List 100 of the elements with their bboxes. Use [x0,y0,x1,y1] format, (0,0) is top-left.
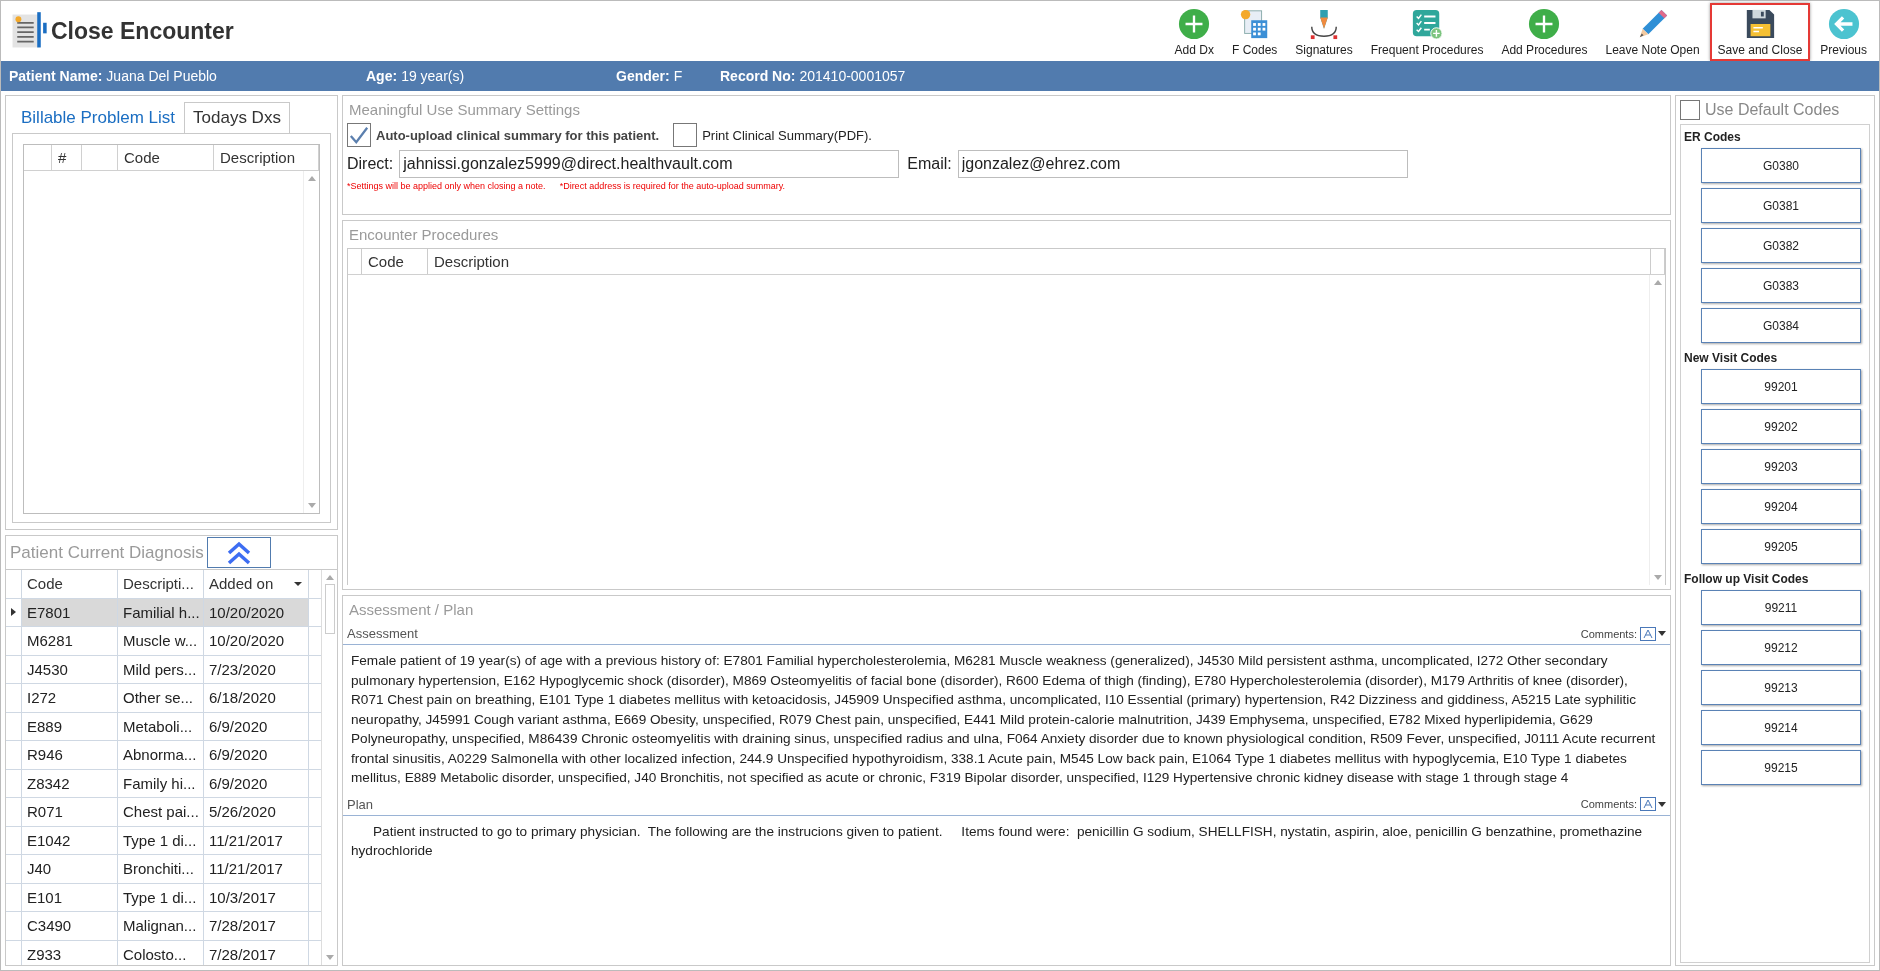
code-button[interactable]: 99212 [1701,630,1861,665]
table-cell: E1042 [22,826,118,854]
column-header[interactable]: Code [362,249,428,274]
column-header[interactable]: Description [214,145,319,170]
table-cell: 6/9/2020 [204,769,309,797]
code-button[interactable]: 99202 [1701,409,1861,444]
table-cell: Abnorma... [118,741,204,769]
warning-note: *Direct address is required for the auto-upload summary. [559,181,786,191]
row-pointer-icon [11,608,16,617]
table-cell: Bronchiti... [118,855,204,883]
field-label: Patient Name: [9,68,103,84]
toolbar-button[interactable]: Previous [1812,3,1875,61]
table-cell: E889 [22,712,118,740]
table-cell: Z8342 [22,769,118,797]
column-header[interactable]: Added on [204,570,309,598]
table-cell: Z933 [22,940,118,965]
comments-button[interactable] [1640,797,1666,811]
toolbar-button[interactable]: Frequent Procedures [1362,3,1492,61]
table-cell: 6/9/2020 [204,741,309,769]
toolbar-button[interactable]: Signatures [1287,3,1361,61]
scrollbar[interactable] [303,171,319,513]
code-button[interactable]: 99215 [1701,750,1861,785]
code-button[interactable]: 99214 [1701,710,1861,745]
code-button[interactable]: 99211 [1701,590,1861,625]
table-cell: E101 [22,883,118,911]
table-cell: Other se... [118,684,204,712]
code-button[interactable]: G0384 [1701,308,1861,343]
caret-icon [1658,801,1666,807]
option-label: Use Default Codes [1705,101,1840,119]
field-label: Record No: [720,68,796,84]
code-button[interactable]: 99203 [1701,449,1861,484]
comments-button[interactable] [1640,626,1666,641]
group-title: Follow up Visit Codes [1684,571,1810,588]
table-cell: 6/18/2020 [204,684,309,712]
toolbar-button[interactable]: Add Procedures [1493,3,1596,61]
field-value: 201410-0001057 [799,68,906,84]
column-header[interactable]: Descripti... [118,570,204,598]
text-style-icon [1640,626,1656,641]
column-header[interactable]: # [52,145,82,170]
toolbar-button[interactable]: F Codes [1223,3,1286,61]
checkbox[interactable] [347,123,371,147]
code-button[interactable]: G0382 [1701,228,1861,263]
table-cell: 7/28/2017 [204,940,309,965]
table-cell: Family hi... [118,769,204,797]
table-cell: M6281 [22,627,118,655]
table-cell: Mild pers... [118,655,204,683]
group-title: ER Codes [1684,129,1742,146]
code-button[interactable]: G0383 [1701,268,1861,303]
table-cell: 11/21/2017 [204,855,309,883]
table-cell: J40 [22,855,118,883]
comments-label: Comments: [1580,627,1637,640]
scrollbar[interactable] [1649,275,1665,585]
toolbar-button[interactable]: Add Dx [1166,3,1222,61]
table-cell: Colosto... [118,940,204,965]
collapse-button[interactable] [206,537,271,568]
code-button[interactable]: 99204 [1701,489,1861,524]
table-cell: 7/23/2020 [204,655,309,683]
scrollbar[interactable] [321,570,337,965]
checkbox[interactable] [1680,100,1700,120]
field-value: Juana Del Pueblo [106,68,217,84]
field-value: F [673,68,683,84]
field-label: Gender: [616,68,670,84]
input-field[interactable]: jgonzalez@ehrez.com [957,150,1408,178]
toolbar-button[interactable]: Leave Note Open [1597,3,1708,61]
table-cell: Type 1 di... [118,883,204,911]
code-button[interactable]: 99205 [1701,529,1861,564]
check-icon [348,125,370,145]
table-cell: J4530 [22,655,118,683]
option-label: Print Clinical Summary(PDF). [702,127,872,143]
table-cell: E7801 [22,598,118,626]
table-cell: C3490 [22,912,118,940]
column-header[interactable]: Code [22,570,118,598]
caret-icon [1658,631,1666,636]
code-button[interactable]: G0381 [1701,188,1861,223]
group-title: New Visit Codes [1684,350,1779,367]
code-button[interactable]: G0380 [1701,148,1861,183]
table-cell: Metaboli... [118,712,204,740]
field-label: Age: [366,68,398,84]
app-title: Close Encounter [51,17,234,45]
table-cell: R946 [22,741,118,769]
panel-title: Patient Current Diagnosis [10,542,204,563]
table-cell: 6/9/2020 [204,712,309,740]
table-cell: 5/26/2020 [204,798,309,826]
table-cell: 10/3/2017 [204,883,309,911]
plan-text[interactable]: Patient instructed to go to primary physician. The following are the instrucions given to patient. Items found were: penicillin G sodium, SHELLFISH, nystatin, aspirin, aloe, penicillin G benzathine, promethazine hydrochloride [343,815,1670,867]
section-label: Plan [347,796,374,812]
tab[interactable]: Todays Dxs [184,102,290,133]
section-title: Meaningful Use Summary Settings [348,100,581,120]
checkbox[interactable] [673,123,698,147]
assessment-text[interactable]: Female patient of 19 year(s) of age with a previous history of: E7801 Familial hypercholesterolemia, M6281 Muscle weakness (generalized), J4530 Mild persistent asthma, uncomplicated, I272 Other secondary pulmonary hypertension, E162 Hypoglycemic shock (disorder), M869 Osteomyelitis of facial bone (disorder), R600 Edema of thigh (finding), E780 Hypercholesterolemia (disorder), M179 Arthritis of knee (disorder), R071 Chest pain on breathing, E101 Type 1 diabetes mellitus with ketoacidosis, J45909 Unspecified asthma, uncomplicated, I10 Essential (primary) hypertension, R42 Dizziness and giddiness, A5215 Late syphilitic neuropathy, J45991 Cough variant asthma, E669 Obesity, unspecified, R079 Chest pain, unspecified, E441 Mild protein-calorie malnutrition, J439 Emphysema, unspecified, E782 Mixed hyperlipidemia, G629 Polyneuropathy, unspecified, M86439 Chronic osteomyelitis with draining sinus, unspecified radius and ulna, F064 Anxiety disorder due to known physiological condition, R509 Fever, unspecified, J0111 Acute recurrent frontal sinusitis, A0229 Salmonella with other localized infection, 244.9 Unspecified hypothyroidism, 338.1 Acute pain, M545 Low back pain, E1064 Type 1 diabetes mellitus with hypoglycemia, E10 Type 1 diabetes mellitus, E889 Metabolic disorder, unspecified, J40 Bronchitis, not specified as acute or chronic, F319 Bipolar disorder, unspecified, I129 Hypertensive chronic kidney disease with stage 1 through stage 4 [343,645,1670,794]
section-label: Assessment [347,626,418,641]
plus-icon [1177,8,1212,40]
column-header[interactable]: Code [118,145,214,170]
section-title: Encounter Procedures [348,225,500,245]
scroll-thumb[interactable] [324,584,335,634]
table-cell: 10/20/2020 [204,598,309,626]
code-button[interactable]: 99213 [1701,670,1861,705]
column-header[interactable]: Description [428,249,1651,274]
input-field[interactable]: jahnissi.gonzalez5999@direct.healthvault.com [399,150,900,178]
code-button[interactable]: 99201 [1701,369,1861,404]
